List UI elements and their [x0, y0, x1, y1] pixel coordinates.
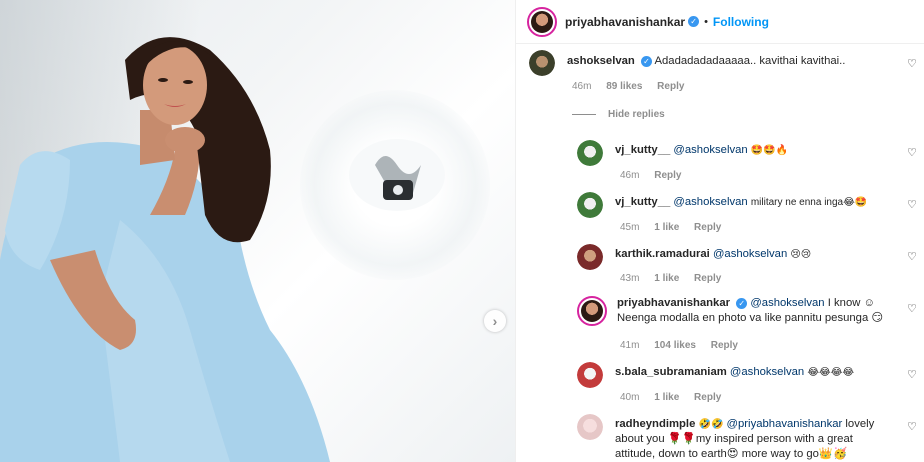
- comments-panel: priyabhavanishankar ✓ • Following ashoks…: [515, 0, 924, 462]
- reply-mention[interactable]: @priyabhavanishankar: [727, 418, 843, 430]
- reply-time: 46m: [620, 170, 640, 181]
- reply-mention[interactable]: @ashokselvan: [730, 366, 804, 378]
- reply-button[interactable]: Reply: [694, 392, 721, 403]
- reply-meta: 41m 104 likes Reply: [620, 340, 750, 351]
- post-header: priyabhavanishankar ✓ • Following: [516, 0, 924, 44]
- heart-icon[interactable]: ♡: [907, 59, 917, 70]
- reply-text: 😢😢: [790, 249, 812, 260]
- reply-button[interactable]: Reply: [711, 340, 738, 351]
- reply-body: vj_kutty__ @ashokselvan 🤩🤩🔥: [615, 140, 788, 166]
- reply-mention[interactable]: @ashokselvan: [673, 144, 747, 156]
- reply-time: 40m: [620, 392, 640, 403]
- heart-icon[interactable]: ♡: [907, 252, 917, 263]
- avatar[interactable]: [529, 50, 555, 76]
- reply-line-1: radheyndimple 🤣🤣 @priyabhavanishankar lo…: [615, 417, 874, 432]
- reply-time: 43m: [620, 273, 640, 284]
- avatar[interactable]: [577, 140, 603, 166]
- reply-meta: 40m 1 like Reply: [620, 392, 733, 403]
- comment-body: ashokselvan ✓ Adadadadadaaaaa.. kavithai…: [567, 50, 845, 76]
- hide-replies-button[interactable]: Hide replies: [572, 109, 677, 120]
- reply-prefix: 🤣🤣: [698, 419, 724, 430]
- reply-likes[interactable]: 1 like: [654, 273, 679, 284]
- reply-likes[interactable]: 1 like: [654, 392, 679, 403]
- reply-button[interactable]: Reply: [694, 273, 721, 284]
- reply-item: vj_kutty__ @ashokselvan 🤩🤩🔥: [577, 140, 788, 166]
- reply-username[interactable]: priyabhavanishankar: [617, 297, 730, 309]
- author-avatar[interactable]: [527, 6, 557, 37]
- heart-icon[interactable]: ♡: [907, 148, 917, 159]
- following-button[interactable]: Following: [713, 15, 769, 29]
- comment-item: ashokselvan ✓ Adadadadadaaaaa.. kavithai…: [529, 50, 845, 76]
- reply-item: radheyndimple 🤣🤣 @priyabhavanishankar lo…: [577, 414, 874, 462]
- separator-dot: •: [704, 15, 708, 28]
- reply-username[interactable]: radheyndimple: [615, 418, 695, 430]
- replies-divider: [572, 113, 596, 115]
- hide-replies-label: Hide replies: [608, 109, 665, 120]
- reply-time: 41m: [620, 340, 640, 351]
- avatar[interactable]: [577, 192, 603, 218]
- reply-text-line-2: about you 🌹🌹my inspired person with a gr…: [615, 433, 853, 445]
- heart-icon[interactable]: ♡: [907, 304, 917, 315]
- reply-meta: 45m 1 like Reply: [620, 222, 733, 233]
- reply-body: karthik.ramadurai @ashokselvan 😢😢: [615, 244, 811, 270]
- reply-line-1: priyabhavanishankar ✓ @ashokselvan I kno…: [617, 296, 883, 311]
- reply-likes[interactable]: 104 likes: [654, 340, 696, 351]
- comment-list: ashokselvan ✓ Adadadadadaaaaa.. kavithai…: [516, 44, 924, 462]
- reply-button[interactable]: Reply: [694, 222, 721, 233]
- reply-username[interactable]: karthik.ramadurai: [615, 248, 710, 260]
- author-username[interactable]: priyabhavanishankar: [565, 15, 685, 29]
- reply-username[interactable]: vj_kutty__: [615, 196, 670, 208]
- reply-text: 😂😂😂😂: [807, 367, 855, 378]
- comment-username[interactable]: ashokselvan: [567, 55, 635, 67]
- reply-username[interactable]: vj_kutty__: [615, 144, 670, 156]
- reply-body: vj_kutty__ @ashokselvan military ne enna…: [615, 192, 867, 218]
- verified-badge-icon: ✓: [688, 16, 700, 27]
- reply-text: military ne enna inga😂🤩: [750, 197, 868, 208]
- verified-badge-icon: ✓: [736, 297, 748, 309]
- instagram-post-view: › priyabhavanishankar ✓ • Following asho…: [0, 0, 924, 462]
- reply-item: karthik.ramadurai @ashokselvan 😢😢: [577, 244, 811, 270]
- heart-icon[interactable]: ♡: [907, 422, 917, 433]
- reply-body: priyabhavanishankar ✓ @ashokselvan I kno…: [617, 296, 883, 326]
- reply-text: I know ☺: [827, 297, 876, 309]
- reply-item: s.bala_subramaniam @ashokselvan 😂😂😂😂: [577, 362, 854, 388]
- comment-time: 46m: [572, 81, 592, 92]
- chevron-right-icon[interactable]: ›: [484, 310, 506, 332]
- reply-mention[interactable]: @ashokselvan: [713, 248, 787, 260]
- reply-text-line-2: Neenga modalla en photo va like pannitu …: [617, 312, 884, 324]
- reply-text: 🤩🤩🔥: [750, 145, 789, 156]
- avatar[interactable]: [577, 244, 603, 270]
- comment-meta: 46m 89 likes Reply: [572, 81, 696, 92]
- reply-text-line-3: attitude, down to earth😍 more way to go👑…: [615, 448, 848, 460]
- reply-likes[interactable]: 1 like: [654, 222, 679, 233]
- reply-body: s.bala_subramaniam @ashokselvan 😂😂😂😂: [615, 362, 854, 388]
- comment-likes[interactable]: 89 likes: [606, 81, 642, 92]
- avatar[interactable]: [577, 414, 603, 440]
- reply-meta: 46m Reply: [620, 170, 693, 181]
- post-photo[interactable]: ›: [0, 0, 515, 462]
- reply-mention[interactable]: @ashokselvan: [750, 297, 824, 309]
- reply-button[interactable]: Reply: [654, 170, 681, 181]
- verified-badge-icon: ✓: [640, 55, 652, 67]
- comment-text: Adadadadadaaaaa.. kavithai kavithai..: [654, 55, 846, 67]
- heart-icon[interactable]: ♡: [907, 370, 917, 381]
- reply-button[interactable]: Reply: [657, 81, 684, 92]
- reply-item: vj_kutty__ @ashokselvan military ne enna…: [577, 192, 867, 218]
- person-figure: [0, 37, 330, 462]
- reply-meta: 43m 1 like Reply: [620, 273, 733, 284]
- reply-mention[interactable]: @ashokselvan: [673, 196, 747, 208]
- reply-username[interactable]: s.bala_subramaniam: [615, 366, 727, 378]
- reply-body: radheyndimple 🤣🤣 @priyabhavanishankar lo…: [615, 414, 874, 462]
- reply-text: lovely: [845, 418, 875, 430]
- avatar[interactable]: [577, 362, 603, 388]
- reply-time: 45m: [620, 222, 640, 233]
- reply-item: priyabhavanishankar ✓ @ashokselvan I kno…: [577, 296, 883, 326]
- heart-icon[interactable]: ♡: [907, 200, 917, 211]
- avatar[interactable]: [577, 296, 607, 326]
